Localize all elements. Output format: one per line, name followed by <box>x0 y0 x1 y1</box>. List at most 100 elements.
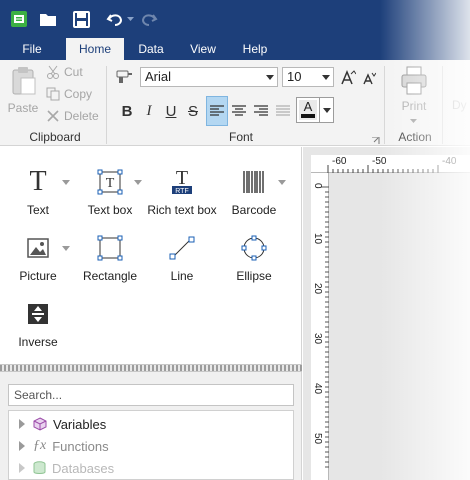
design-canvas[interactable]: -60 -50 -40 0 10 20 30 40 50 <box>303 147 470 480</box>
align-center-button[interactable] <box>228 96 250 126</box>
chevron-down-icon <box>266 75 274 80</box>
font-name-select[interactable]: Arial <box>140 67 278 87</box>
chevron-down-icon[interactable] <box>62 246 70 251</box>
font-size-select[interactable]: 10 <box>282 67 334 87</box>
strikethrough-button[interactable]: S <box>182 96 204 126</box>
rich-text-box-icon: T RTF <box>146 167 218 197</box>
copy-icon <box>46 87 60 101</box>
tree-item-variables[interactable]: Variables <box>9 413 106 435</box>
tool-text-box[interactable]: T Text box <box>82 167 138 217</box>
ribbon: Paste Cut Copy Delete Clipboard Arial 10… <box>0 60 470 146</box>
ellipse-icon <box>226 233 282 263</box>
ruler-label: 0 <box>312 183 323 189</box>
barcode-icon <box>226 167 282 197</box>
group-divider <box>442 66 443 144</box>
tool-picture[interactable]: Picture <box>12 233 64 283</box>
scissors-icon <box>47 65 59 79</box>
tree-item-databases[interactable]: Databases <box>9 457 114 479</box>
tree-item-label: Databases <box>52 460 115 476</box>
tool-ellipse-label: Ellipse <box>236 269 272 283</box>
data-explorer-panel: Search... Variables ƒx Functions Databas… <box>0 372 302 480</box>
align-left-icon <box>210 105 224 116</box>
tree-item-functions[interactable]: ƒx Functions <box>9 435 109 457</box>
shrink-font-icon[interactable] <box>362 71 377 88</box>
tool-line[interactable]: Line <box>154 233 210 283</box>
paste-icon <box>12 67 36 95</box>
tool-rectangle-label: Rectangle <box>82 269 138 283</box>
copy-button[interactable]: Copy <box>46 87 92 101</box>
expand-arrow-icon[interactable] <box>19 441 25 451</box>
chevron-down-icon[interactable] <box>134 180 142 185</box>
font-name-value: Arial <box>145 69 172 84</box>
justify-button <box>272 96 294 126</box>
align-left-button[interactable] <box>206 96 228 126</box>
tool-ellipse[interactable]: Ellipse <box>226 233 282 283</box>
tool-text-box-label: Text box <box>87 203 133 217</box>
panel-splitter[interactable] <box>0 364 302 372</box>
tab-data[interactable]: Data <box>128 38 174 60</box>
rectangle-icon <box>82 233 138 263</box>
text-tool-icon: T <box>29 166 47 197</box>
open-folder-icon[interactable] <box>36 8 60 30</box>
redo-icon <box>138 8 160 30</box>
ruler-label: 50 <box>312 433 323 445</box>
print-button[interactable]: Print <box>392 66 436 127</box>
tool-text-label: Text <box>26 203 49 217</box>
tool-line-label: Line <box>170 269 194 283</box>
expand-arrow-icon[interactable] <box>19 419 25 429</box>
tool-barcode-label: Barcode <box>231 203 277 217</box>
tree-item-label: Variables <box>53 416 107 432</box>
font-group-label: Font <box>228 130 253 144</box>
clipboard-group-label: Clipboard <box>29 130 81 144</box>
tool-inverse[interactable]: Inverse <box>12 299 64 349</box>
cut-label: Cut <box>64 65 83 79</box>
tool-rich-text-box-label: Rich text box <box>147 203 217 217</box>
font-size-value: 10 <box>287 69 302 84</box>
underline-button[interactable]: U <box>160 96 182 126</box>
tool-rich-text-box[interactable]: T RTF Rich text box <box>146 167 218 217</box>
menu-bar: File Home Data View Help <box>0 38 470 60</box>
chevron-down-icon[interactable] <box>62 180 70 185</box>
tab-help[interactable]: Help <box>232 38 278 60</box>
toolbox-panel: T Text T Text box T RTF Rich text box Bar… <box>0 147 302 364</box>
align-right-icon <box>254 105 268 116</box>
format-painter-icon[interactable] <box>116 68 134 87</box>
delete-label: Delete <box>64 109 99 123</box>
save-icon[interactable] <box>70 8 92 30</box>
undo-dropdown-icon[interactable] <box>126 8 136 30</box>
tool-rectangle[interactable]: Rectangle <box>82 233 138 283</box>
svg-text:T: T <box>106 176 115 191</box>
undo-icon[interactable] <box>104 8 126 30</box>
tab-file[interactable]: File <box>8 38 56 60</box>
vertical-ruler: 0 10 20 30 40 50 <box>311 173 329 480</box>
tab-home[interactable]: Home <box>66 38 124 60</box>
action-group-label: Action <box>398 130 432 144</box>
horizontal-ruler: -60 -50 -40 <box>325 155 470 173</box>
delete-button[interactable]: Delete <box>46 109 99 123</box>
copy-label: Copy <box>64 87 93 101</box>
tool-inverse-label: Inverse <box>18 335 58 349</box>
ruler-label: 40 <box>312 383 323 395</box>
font-color-button[interactable]: A <box>296 97 334 123</box>
app-logo-icon <box>8 8 30 30</box>
expand-arrow-icon[interactable] <box>19 463 25 473</box>
paste-button[interactable]: Paste <box>6 66 40 118</box>
tab-view[interactable]: View <box>180 38 226 60</box>
search-input[interactable]: Search... <box>8 384 294 406</box>
bold-button[interactable]: B <box>116 96 138 126</box>
align-right-button[interactable] <box>250 96 272 126</box>
database-icon <box>33 461 46 474</box>
italic-button[interactable]: I <box>138 96 160 126</box>
tool-text[interactable]: T Text <box>12 166 64 217</box>
cut-button[interactable]: Cut <box>46 65 83 79</box>
dynamic-data-button-cutoff[interactable]: Dy <box>452 98 467 112</box>
svg-text:T: T <box>176 168 188 189</box>
function-fx-icon: ƒx <box>33 438 47 453</box>
grow-font-icon[interactable] <box>340 69 357 88</box>
align-center-icon <box>232 105 246 116</box>
tool-barcode[interactable]: Barcode <box>226 167 282 217</box>
justify-icon <box>276 105 290 116</box>
chevron-down-icon[interactable] <box>278 180 286 185</box>
print-label: Print <box>401 99 427 113</box>
font-dialog-launcher-icon[interactable] <box>372 134 380 148</box>
